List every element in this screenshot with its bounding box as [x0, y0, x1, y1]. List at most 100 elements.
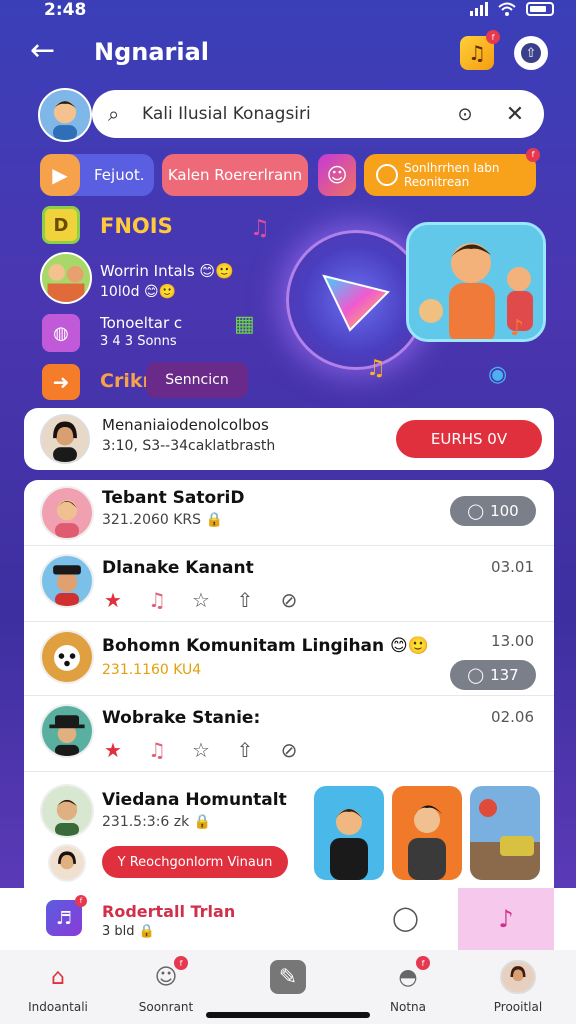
section-icon: D	[42, 206, 80, 244]
featured-card[interactable]: Menaniaiodenolcolbos 3:10, S3--34caklatb…	[24, 408, 554, 470]
smile-icon: ☺	[326, 163, 348, 187]
upload-button[interactable]: ⇧	[514, 36, 548, 70]
link-icon[interactable]: ⊘	[278, 738, 300, 762]
share-icon[interactable]: ⇧	[234, 738, 256, 762]
playlist-icon: ♪	[498, 905, 514, 933]
chip-kalen[interactable]: Kalen Roererlrann	[162, 154, 308, 196]
list-avatar	[40, 554, 94, 608]
featured-avatar	[40, 414, 90, 464]
music-icon: ♫	[468, 41, 486, 65]
play-icon[interactable]	[320, 270, 392, 334]
star-outline-icon[interactable]: ☆	[190, 588, 212, 612]
mini-player[interactable]: ♬ f Rodertall Trlan 3 bld 🔒 ◯ ♪	[0, 888, 576, 950]
notification-badge: f	[174, 956, 188, 970]
back-arrow-icon[interactable]: ←	[30, 36, 55, 66]
hero-item-sub: 10l0d 😊🙂	[100, 284, 176, 300]
scan-icon[interactable]: ⊙	[452, 104, 478, 125]
close-icon[interactable]: ✕	[502, 102, 528, 127]
notification-badge: f	[526, 148, 540, 162]
community-list: Tebant SatoriD 321.2060 KRS 🔒 ◯ 100 Dlan…	[24, 480, 554, 900]
avatar-face-image	[40, 90, 90, 140]
comment-count-badge[interactable]: ◯ 137	[450, 660, 536, 690]
hero-character-image	[406, 222, 546, 342]
notification-badge: f	[486, 30, 500, 44]
thumbnail-image[interactable]	[314, 786, 384, 880]
player-sub: 3 bld 🔒	[102, 924, 155, 939]
arrow-icon[interactable]: ➜	[42, 364, 80, 400]
search-pill-button[interactable]: Senncicn	[146, 362, 248, 398]
list-avatar	[48, 844, 86, 882]
list-item[interactable]: Wobrake Stanie: 02.06 ★ ♫ ☆ ⇧ ⊘	[24, 696, 554, 772]
section-title: FNOIS	[100, 214, 173, 238]
link-icon[interactable]: ⊘	[278, 588, 300, 612]
list-item-time: 13.00	[491, 632, 534, 650]
hero-item-avatar[interactable]	[40, 252, 92, 304]
featured-sub: 3:10, S3--34caklatbrasth	[102, 438, 276, 454]
search-icon: ⌕	[108, 102, 120, 126]
chip-promo[interactable]: Sonlhrrhen Iabn Reonitrean f	[364, 148, 540, 196]
list-item-name: Wobrake Stanie:	[102, 708, 261, 728]
list-item-meta: 231.5:3:6 zk 🔒	[102, 814, 212, 830]
comment-count-badge[interactable]: ◯ 100	[450, 496, 536, 526]
recommend-button[interactable]: Y Reochgonlorm Vinaun	[102, 846, 288, 878]
list-item[interactable]: Dlanake Kanant 03.01 ★ ♫ ☆ ⇧ ⊘	[24, 546, 554, 622]
list-item[interactable]: Viedana Homuntalt 231.5:3:6 zk 🔒 Y Reoch…	[24, 772, 554, 900]
chip-fejuot[interactable]: ▶ Fejuot.	[40, 154, 154, 196]
status-time: 2:48	[44, 0, 87, 20]
apple-icon[interactable]: ◍	[42, 314, 80, 352]
list-item[interactable]: Bohomn Komunitam Lingihan 😊🙂 231.1160 KU…	[24, 622, 554, 696]
page-title: Ngnarial	[94, 38, 210, 66]
mask-icon: ◓ f	[390, 956, 430, 994]
nav-item-home[interactable]: ⌂ Indoantali	[8, 960, 108, 1015]
notification-badge: f	[416, 956, 430, 970]
nav-item-edit[interactable]: ✎	[238, 960, 338, 1000]
hero-item-title: Tonoeltar c	[100, 314, 183, 332]
chip-label: Kalen Roererlrann	[167, 166, 303, 184]
list-item[interactable]: Tebant SatoriD 321.2060 KRS 🔒 ◯ 100	[24, 480, 554, 546]
player-title: Rodertall Trlan	[102, 902, 236, 921]
list-item-name: Bohomn Komunitam Lingihan 😊🙂	[102, 636, 429, 656]
comment-count: 137	[490, 666, 519, 684]
list-avatar	[40, 704, 94, 758]
nav-label: Indoantali	[28, 1000, 88, 1014]
user-avatar[interactable]	[38, 88, 92, 142]
note-icon[interactable]: ♫	[146, 588, 168, 612]
featured-action-button[interactable]: EURHS 0V	[396, 420, 542, 458]
music-button[interactable]: ♫ f	[460, 30, 500, 70]
playlist-button[interactable]: ♪	[458, 888, 554, 950]
list-item-name: Dlanake Kanant	[102, 558, 254, 578]
share-icon[interactable]: ⇧	[234, 588, 256, 612]
list-item-actions: ★ ♫ ☆ ⇧ ⊘	[102, 738, 300, 762]
nav-item-profile[interactable]: Prooitlal	[468, 960, 568, 1014]
home-icon: ⌂	[51, 964, 65, 990]
thumbnail-image[interactable]	[392, 786, 462, 880]
wifi-icon	[498, 2, 516, 16]
list-item-meta: 231.1160 KU4	[102, 662, 202, 678]
home-indicator	[206, 1012, 370, 1018]
music-note-icon: ♫	[366, 356, 386, 381]
search-bar[interactable]: ⌕ Kali Ilusial Konagsiri ⊙ ✕	[92, 90, 544, 138]
search-input[interactable]: Kali Ilusial Konagsiri	[142, 104, 452, 124]
battery-icon	[526, 2, 554, 16]
hero-item-title: Worrin Intals 😊🙂	[100, 262, 234, 280]
chip-emoji[interactable]: ☺	[318, 154, 356, 196]
thumbnail-image[interactable]	[470, 786, 540, 880]
list-item-time: 03.01	[491, 558, 534, 576]
edit-icon: ✎	[270, 960, 306, 994]
nav-label: Notna	[390, 1000, 426, 1014]
chat-icon: ◯	[467, 502, 485, 520]
star-icon[interactable]: ★	[102, 588, 124, 612]
star-outline-icon[interactable]: ☆	[190, 738, 212, 762]
nav-item-search[interactable]: ☺ f Soonrant	[116, 956, 216, 1014]
chip-label: Fejuot.	[94, 166, 145, 184]
people-icon: ☺ f	[148, 956, 188, 994]
note-icon[interactable]: ♫	[146, 738, 168, 762]
profile-avatar	[500, 960, 536, 994]
nav-item-notifications[interactable]: ◓ f Notna	[358, 956, 458, 1014]
list-item-meta: 321.2060 KRS 🔒	[102, 512, 223, 528]
status-icons	[470, 2, 554, 16]
star-icon[interactable]: ★	[102, 738, 124, 762]
list-avatar	[40, 486, 94, 540]
chat-icon[interactable]: ◯	[392, 904, 419, 932]
upload-icon: ⇧	[521, 43, 541, 63]
